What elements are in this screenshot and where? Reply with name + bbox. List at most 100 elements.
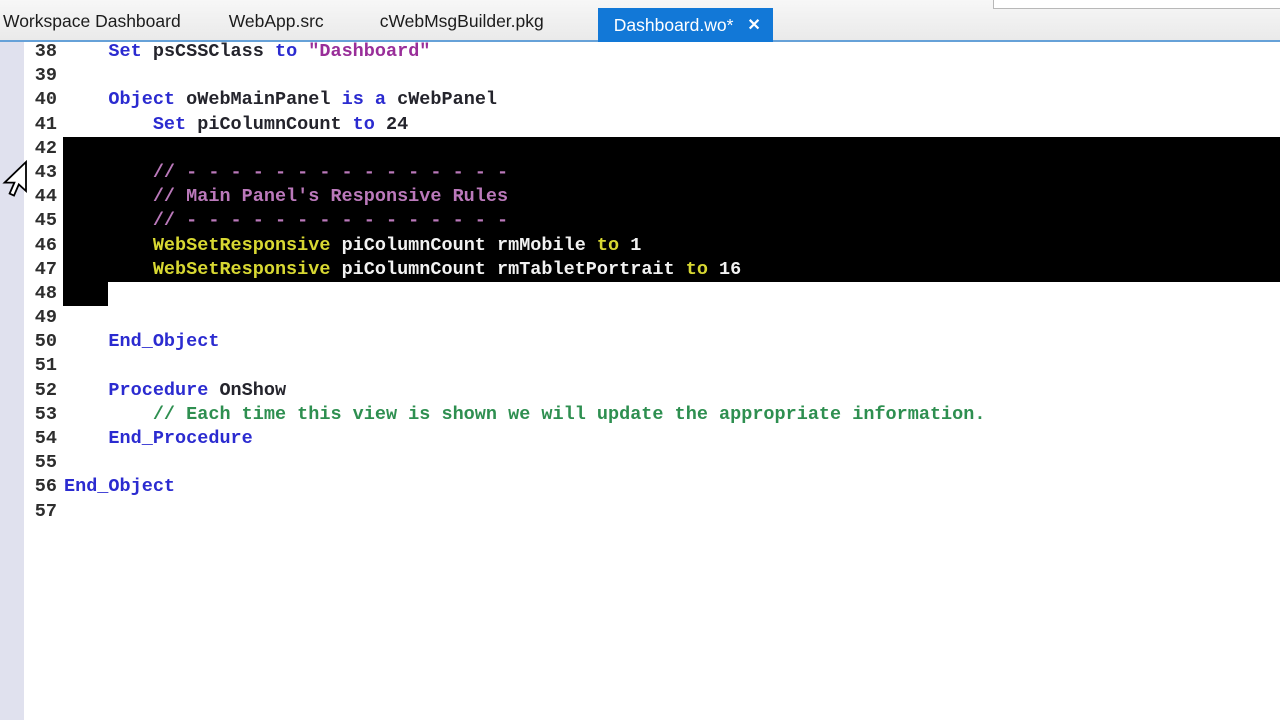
tab-webapp-src[interactable]: WebApp.src	[203, 0, 348, 42]
code-token: OnShow	[208, 379, 287, 401]
code-text: WebSetResponsive piColumnCount rmTabletP…	[57, 258, 741, 282]
line-number[interactable]: 45	[0, 209, 57, 233]
code-line[interactable]: 40 Object oWebMainPanel is a cWebPanel	[0, 88, 1280, 112]
code-line[interactable]: 55	[0, 451, 1280, 475]
code-line[interactable]: 39	[0, 64, 1280, 88]
code-token: Procedure	[108, 379, 209, 401]
code-line[interactable]: 57	[0, 500, 1280, 524]
tab-dashboard-wo-[interactable]: Dashboard.wo* ✕	[597, 8, 773, 42]
code-token: // - - - - - - - - - - - - - - -	[152, 210, 509, 232]
line-number[interactable]: 48	[0, 282, 57, 306]
tab-label: cWebMsgBuilder.pkg	[379, 10, 544, 31]
line-number[interactable]: 40	[0, 88, 57, 112]
mouse-cursor-icon	[2, 160, 27, 197]
code-lines: 38 Set psCSSClass to "Dashboard" 39 40 Obj…	[0, 40, 1280, 524]
code-line[interactable]: 48	[0, 282, 1280, 306]
code-text: Set piColumnCount to 24	[57, 113, 408, 137]
code-token: End_Procedure	[108, 428, 253, 449]
line-number[interactable]: 54	[0, 427, 57, 451]
tab-label: Dashboard.wo*	[613, 14, 734, 35]
code-line[interactable]: 51	[0, 354, 1280, 378]
line-number[interactable]: 42	[0, 137, 57, 161]
code-token: Set	[152, 113, 187, 135]
code-text: WebSetResponsive piColumnCount rmMobile …	[57, 234, 642, 258]
tab-label: Workspace Dashboard	[3, 10, 181, 31]
code-text: End_Procedure	[57, 427, 253, 451]
code-line[interactable]: 46 WebSetResponsive piColumnCount rmMobi…	[0, 234, 1280, 258]
line-number[interactable]: 55	[0, 451, 57, 475]
code-token: // - - - - - - - - - - - - - - -	[152, 161, 509, 183]
code-token: "Dashboard"	[297, 41, 431, 62]
code-line[interactable]: 47 WebSetResponsive piColumnCount rmTabl…	[0, 258, 1280, 282]
code-token: to	[263, 41, 298, 62]
adjacent-panel-edge	[993, 0, 1280, 9]
code-line[interactable]: 53 // Each time this view is shown we wi…	[0, 403, 1280, 427]
code-text: // Main Panel's Responsive Rules	[57, 185, 508, 209]
close-icon[interactable]: ✕	[747, 15, 760, 35]
code-line[interactable]: 50 End_Object	[0, 330, 1280, 354]
tab-workspace-dashboard[interactable]: Workspace Dashboard	[0, 0, 203, 42]
code-line[interactable]: 43 // - - - - - - - - - - - - - - -	[0, 161, 1280, 185]
line-number[interactable]: 47	[0, 258, 57, 282]
code-line[interactable]: 42	[0, 137, 1280, 161]
code-token: 16	[707, 258, 742, 280]
code-token: to	[674, 258, 708, 280]
code-text: Set psCSSClass to "Dashboard"	[57, 40, 430, 64]
code-token: Set	[108, 41, 142, 62]
code-token: // Each time this view is shown we will …	[152, 403, 986, 425]
code-text: // Each time this view is shown we will …	[57, 403, 986, 427]
code-text: Procedure OnShow	[57, 379, 286, 403]
code-line[interactable]: 44 // Main Panel's Responsive Rules	[0, 185, 1280, 209]
code-token: // Main Panel's Responsive Rules	[152, 186, 509, 208]
line-number[interactable]: 57	[0, 500, 57, 524]
code-token: to	[585, 234, 620, 256]
tab-label: WebApp.src	[228, 10, 324, 31]
line-number[interactable]: 49	[0, 306, 57, 330]
code-text: // - - - - - - - - - - - - - - -	[57, 161, 508, 185]
code-text: Object oWebMainPanel is a cWebPanel	[57, 88, 497, 112]
code-editor[interactable]: 38 Set psCSSClass to "Dashboard" 39 40 Obj…	[0, 40, 1280, 720]
code-token: piColumnCount rmMobile	[330, 234, 586, 256]
tab-cwebmsgbuilder-pkg[interactable]: cWebMsgBuilder.pkg	[348, 0, 572, 42]
code-line[interactable]: 49	[0, 306, 1280, 330]
code-line[interactable]: 54 End_Procedure	[0, 427, 1280, 451]
line-number[interactable]: 52	[0, 379, 57, 403]
line-number[interactable]: 39	[0, 64, 57, 88]
line-number[interactable]: 50	[0, 330, 57, 354]
code-line[interactable]: 45 // - - - - - - - - - - - - - - -	[0, 209, 1280, 233]
code-token: piColumnCount rmTabletPortrait	[330, 258, 675, 280]
line-number[interactable]: 51	[0, 354, 57, 378]
code-token: 24	[374, 113, 409, 135]
code-token: oWebMainPanel	[175, 89, 331, 111]
code-line[interactable]: 41 Set piColumnCount to 24	[0, 113, 1280, 137]
code-line[interactable]: 56 End_Object	[0, 475, 1280, 499]
line-number[interactable]: 41	[0, 113, 57, 137]
line-number[interactable]: 38	[0, 40, 57, 64]
code-token: Object	[108, 89, 176, 111]
code-line[interactable]: 38 Set psCSSClass to "Dashboard"	[0, 40, 1280, 64]
line-number[interactable]: 46	[0, 234, 57, 258]
line-number[interactable]: 53	[0, 403, 57, 427]
code-line[interactable]: 52 Procedure OnShow	[0, 379, 1280, 403]
code-token: End_Object	[64, 476, 176, 498]
code-text: End_Object	[57, 475, 175, 499]
line-number[interactable]: 56	[0, 475, 57, 499]
code-token: piColumnCount	[186, 113, 342, 135]
